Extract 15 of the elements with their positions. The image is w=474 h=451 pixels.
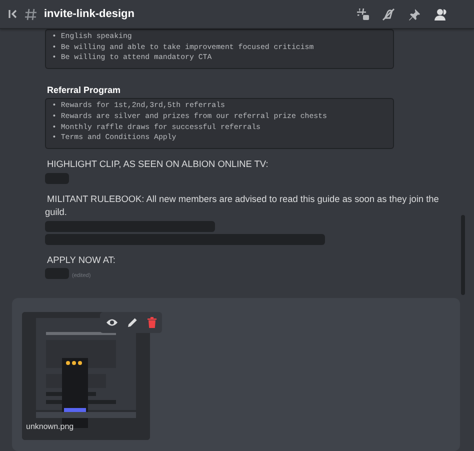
delete-button[interactable] (147, 317, 157, 328)
collapse-icon[interactable] (8, 9, 18, 19)
edit-button[interactable] (127, 317, 138, 328)
view-button[interactable] (106, 318, 118, 327)
message-text: MILITANT RULEBOOK: All new members are advised to read this guide as soon as they join the guild. (45, 192, 440, 219)
channel-name: invite-link-design (44, 8, 134, 20)
members-icon[interactable] (434, 8, 448, 20)
section-heading: Referral Program (47, 85, 122, 96)
pin-icon[interactable] (408, 8, 421, 20)
hashtag-icon (24, 7, 38, 21)
threads-icon[interactable] (356, 8, 369, 20)
message-text: APPLY NOW AT: (46, 254, 116, 267)
attachment-card[interactable]: unknown.png (22, 312, 150, 440)
message-text: HIGHLIGHT CLIP, AS SEEN ON ALBION ONLINE TV: (46, 158, 270, 171)
file-name: unknown.png (26, 422, 74, 431)
